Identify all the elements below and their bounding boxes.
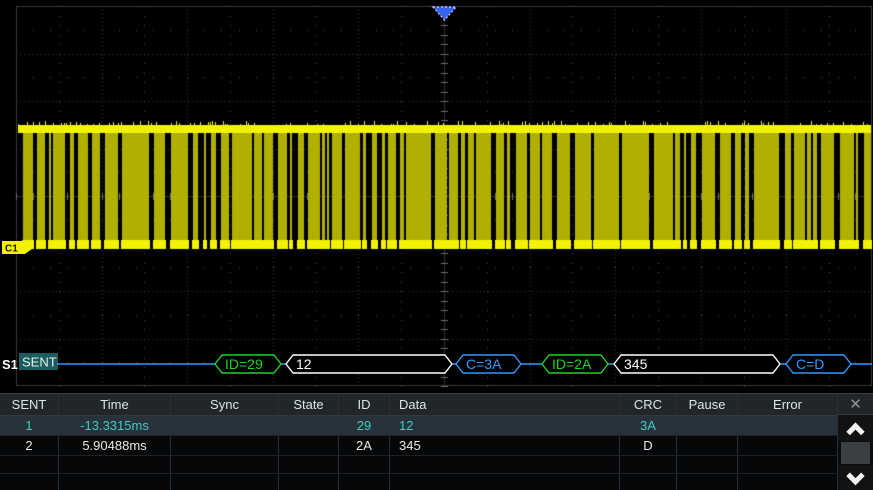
table-cell[interactable]: 3A: [620, 416, 677, 435]
table-cell[interactable]: [279, 436, 339, 455]
table-row-2[interactable]: 2 5.90488ms 2A 345 D: [0, 436, 838, 456]
table-cell[interactable]: [390, 473, 620, 490]
decode-frame-crc: C=3A: [455, 354, 522, 374]
table-cell[interactable]: [738, 473, 838, 490]
table-cell[interactable]: [390, 456, 620, 473]
table-cell[interactable]: 12: [390, 416, 620, 435]
decode-frame-label: C=3A: [466, 356, 502, 372]
table-cell[interactable]: 29: [339, 416, 390, 435]
decode-frame-id: ID=2A: [541, 354, 609, 374]
decode-bus: S1 SENT ID=29 12 C=3A ID=2A 345 C=D: [2, 353, 872, 374]
table-cell[interactable]: D: [620, 436, 677, 455]
decode-frame-crc: C=D: [785, 354, 852, 374]
decode-frame-label: 12: [296, 356, 312, 372]
column-header-time: Time: [59, 394, 171, 415]
table-cell[interactable]: [738, 416, 838, 435]
table-cell[interactable]: [677, 473, 738, 490]
channel-marker-c1[interactable]: C1: [2, 241, 34, 255]
oscilloscope-screen: C1 S1 SENT ID=29 12 C=3A ID=2A 345 C=D SENT Ti…: [0, 0, 873, 490]
table-cell[interactable]: [738, 456, 838, 473]
column-header-crc: CRC: [620, 394, 677, 415]
trigger-marker[interactable]: [431, 6, 458, 22]
table-cell[interactable]: 2: [0, 436, 59, 455]
decode-frame-label: ID=29: [225, 356, 263, 372]
table-row-1[interactable]: 1 -13.3315ms 29 12 3A: [0, 416, 838, 436]
decode-frame-label: 345: [624, 356, 648, 372]
table-cell[interactable]: [677, 436, 738, 455]
table-cell[interactable]: 345: [390, 436, 620, 455]
table-cell[interactable]: [171, 473, 279, 490]
decode-protocol-label: SENT: [22, 355, 57, 370]
table-cell[interactable]: [677, 416, 738, 435]
table-cell[interactable]: [279, 473, 339, 490]
table-cell[interactable]: 1: [0, 416, 59, 435]
table-cell[interactable]: 2A: [339, 436, 390, 455]
table-cell[interactable]: [620, 456, 677, 473]
decode-frame-id: ID=29: [214, 354, 282, 374]
column-header-sent: SENT: [0, 394, 59, 415]
scroll-down-button[interactable]: [838, 464, 873, 490]
column-header-sync: Sync: [171, 394, 279, 415]
table-cell[interactable]: [171, 436, 279, 455]
table-cell[interactable]: [59, 456, 171, 473]
decode-result-table: SENT Time Sync State ID Data CRC Pause Error 1 -13…: [0, 393, 873, 490]
table-cell[interactable]: -13.3315ms: [59, 416, 171, 435]
table-cell[interactable]: [677, 456, 738, 473]
chevron-down-icon: [846, 467, 865, 486]
close-icon: ✕: [849, 395, 862, 413]
chevron-up-icon: [846, 422, 865, 442]
table-cell[interactable]: [339, 456, 390, 473]
display-overlay: C1 S1 SENT ID=29 12 C=3A ID=2A 345 C=D: [2, 6, 872, 374]
table-cell[interactable]: [59, 473, 171, 490]
table-cell[interactable]: [279, 416, 339, 435]
table-cell[interactable]: [0, 456, 59, 473]
table-scrollbar: ✕: [838, 394, 873, 490]
table-row-3[interactable]: [0, 456, 838, 474]
column-header-state: State: [279, 394, 339, 415]
table-cell[interactable]: [738, 436, 838, 455]
decode-frame-data: 12: [285, 354, 453, 374]
column-header-data: Data: [390, 394, 620, 415]
column-header-id: ID: [339, 394, 390, 415]
column-header-error: Error: [738, 394, 838, 415]
column-header-pause: Pause: [677, 394, 738, 415]
table-cell[interactable]: [171, 456, 279, 473]
table-row-4[interactable]: [0, 473, 838, 490]
decode-frame-data: 345: [613, 354, 781, 374]
scrollbar-thumb[interactable]: [841, 442, 870, 464]
scroll-up-button[interactable]: [838, 414, 873, 442]
decode-table-body: SENT Time Sync State ID Data CRC Pause Error 1 -13…: [0, 394, 838, 490]
table-cell[interactable]: [339, 473, 390, 490]
table-cell[interactable]: [620, 473, 677, 490]
table-cell[interactable]: 5.90488ms: [59, 436, 171, 455]
channel-label: C1: [5, 244, 18, 255]
table-header-row: SENT Time Sync State ID Data CRC Pause Error: [0, 394, 838, 416]
table-cell[interactable]: [171, 416, 279, 435]
decode-source-label: S1: [2, 357, 18, 372]
table-cell[interactable]: [279, 456, 339, 473]
table-close-button[interactable]: ✕: [838, 394, 873, 415]
decode-frame-label: C=D: [796, 356, 824, 372]
table-cell[interactable]: [0, 473, 59, 490]
decode-frame-label: ID=2A: [552, 356, 592, 372]
